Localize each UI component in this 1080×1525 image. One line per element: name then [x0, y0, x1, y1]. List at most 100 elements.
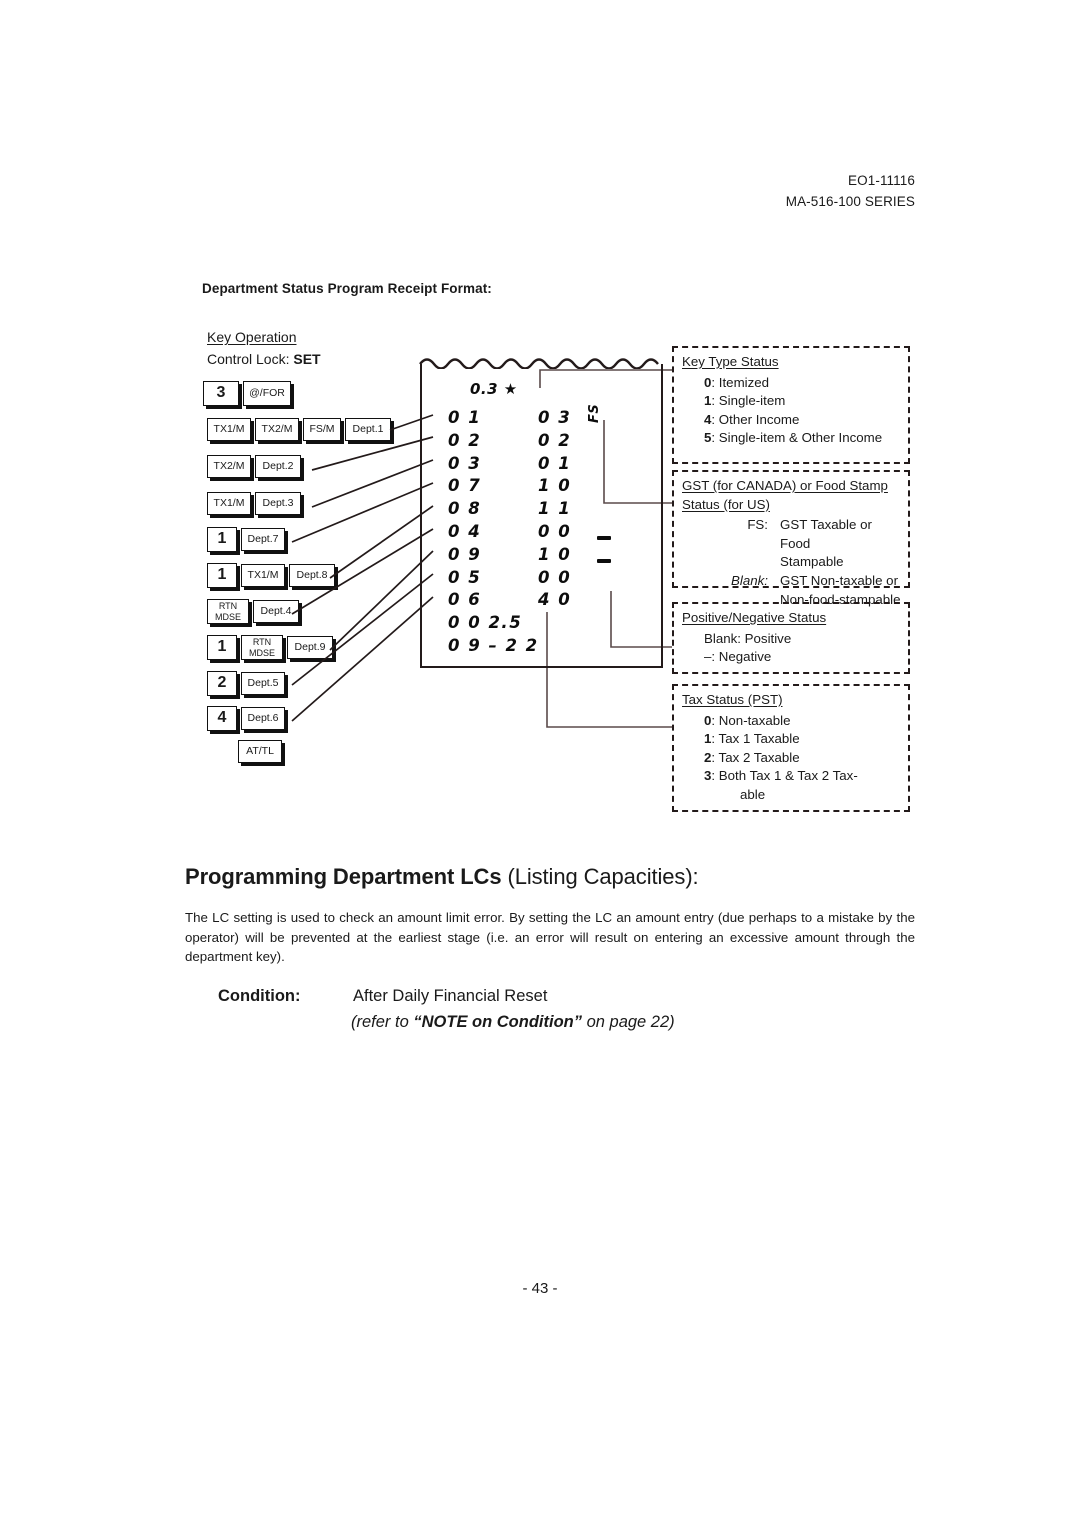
- key-2[interactable]: 2: [207, 671, 237, 696]
- key-tx1-m[interactable]: TX1/M: [207, 492, 251, 515]
- annotation-key-type-status: Key Type Status 0: Itemized 1: Single-ite…: [672, 346, 910, 464]
- tax-status-title: Tax Status (PST): [682, 692, 783, 707]
- receipt-line-left: 0 9: [448, 544, 482, 564]
- control-lock-setting: Control Lock: SET: [207, 351, 321, 367]
- receipt-line-right: 4 0: [538, 590, 572, 610]
- key-row: 4 Dept.6: [207, 706, 285, 731]
- annotation-item: 4: Other Income: [704, 411, 902, 430]
- receipt-header-line: 0.3 ★: [470, 380, 518, 398]
- receipt-line-left: 0 1: [448, 408, 482, 427]
- annotation-item: 3: Both Tax 1 & Tax 2 Tax-: [704, 767, 902, 786]
- page-title-rest: (Listing Capacities):: [501, 864, 699, 889]
- receipt-line-right: 1 1: [538, 499, 572, 519]
- key-tx1-m[interactable]: TX1/M: [241, 564, 285, 587]
- key-row: 1 RTN MDSE Dept.9: [207, 635, 333, 660]
- key-4[interactable]: 4: [207, 706, 237, 731]
- page-title-bold: Programming Department LCs: [185, 864, 502, 889]
- posneg-status-title: Positive/Negative Status: [682, 610, 827, 625]
- key-row: TX1/M Dept.3: [207, 492, 301, 515]
- annotation-item-desc: : Single-item: [711, 393, 786, 409]
- annotation-item-desc: : Single-item & Other Income: [711, 430, 883, 446]
- receipt-fs-marker: FS: [587, 403, 602, 423]
- receipt-line-left: 0 2: [448, 430, 482, 450]
- key-tx1-m[interactable]: TX1/M: [207, 418, 251, 441]
- key-1[interactable]: 1: [207, 527, 237, 552]
- condition-value: After Daily Financial Reset: [353, 987, 548, 1005]
- key-dept-1[interactable]: Dept.1: [345, 418, 391, 441]
- doc-series: MA-516-100 SERIES: [785, 194, 915, 209]
- page-title: Programming Department LCs (Listing Capa…: [185, 864, 699, 890]
- key-dept-4[interactable]: Dept.4: [253, 600, 299, 623]
- receipt-line-right: 0 3: [538, 408, 572, 427]
- key-at-tl[interactable]: AT/TL: [238, 740, 282, 763]
- key-dept-3[interactable]: Dept.3: [255, 492, 301, 515]
- annotation-item-desc: : Itemized: [711, 374, 770, 390]
- key-1[interactable]: 1: [207, 563, 237, 588]
- key-1[interactable]: 1: [207, 635, 237, 660]
- annotation-item-desc: : Tax 2 Taxable: [711, 749, 800, 765]
- key-dept-7[interactable]: Dept.7: [241, 528, 285, 551]
- receipt-line-right: 0 2: [538, 430, 572, 450]
- key-dept-8[interactable]: Dept.8: [289, 564, 335, 587]
- receipt-line-left: 0 5: [448, 567, 482, 587]
- condition-note-bold: “NOTE on Condition”: [413, 1013, 582, 1031]
- key-label: RTN: [252, 637, 272, 648]
- key-dept-2[interactable]: Dept.2: [255, 455, 301, 478]
- annotation-item-desc: : Both Tax 1 & Tax 2 Tax-: [711, 768, 858, 784]
- body-paragraph: The LC setting is used to check an amoun…: [185, 910, 915, 964]
- control-lock-prefix: Control Lock:: [207, 351, 294, 367]
- key-row: TX1/M TX2/M FS/M Dept.1: [207, 418, 391, 441]
- key-row: 1 Dept.7: [207, 527, 285, 552]
- key-rtn-mdse[interactable]: RTN MDSE: [207, 599, 249, 624]
- gst-status-list: FS: GST Taxable or Food Stampable Blank: GST…: [682, 516, 902, 609]
- annotation-item: 5: Single-item & Other Income: [704, 429, 902, 448]
- gst-status-row: FS: GST Taxable or Food: [704, 516, 902, 553]
- annotation-item: Blank: Positive: [704, 630, 792, 646]
- key-rtn-mdse[interactable]: RTN MDSE: [241, 635, 283, 660]
- annotation-item: 2: Tax 2 Taxable: [704, 749, 902, 768]
- annotation-item: 0: Itemized: [704, 374, 902, 393]
- page-number: - 43 -: [522, 1280, 558, 1297]
- annotation-item-desc: : Tax 1 Taxable: [711, 731, 800, 747]
- key-dept-9[interactable]: Dept.9: [287, 636, 333, 659]
- key-fs-m[interactable]: FS/M: [303, 418, 341, 441]
- posneg-status-list: Blank: Positive –: Negative: [682, 630, 902, 667]
- gst-status-value: GST Taxable or Food: [780, 517, 872, 551]
- condition-note-pre: (refer to: [351, 1013, 414, 1031]
- key-row: RTN MDSE Dept.4: [207, 599, 299, 624]
- condition-note-post: on page 22): [582, 1013, 675, 1031]
- annotation-item: 1: Tax 1 Taxable: [704, 730, 902, 749]
- key-label: RTN: [218, 601, 238, 612]
- section-title: Department Status Program Receipt Format…: [202, 281, 492, 296]
- key-dept-6[interactable]: Dept.6: [241, 707, 285, 730]
- receipt-line-right: 0 0: [538, 567, 572, 587]
- tax-status-list: 0: Non-taxable 1: Tax 1 Taxable 2: Tax 2 T…: [682, 712, 902, 805]
- receipt-line-left: 0 7: [448, 476, 482, 496]
- annotation-item-desc: : Non-taxable: [711, 712, 791, 728]
- key-tx2-m[interactable]: TX2/M: [255, 418, 299, 441]
- key-type-status-title: Key Type Status: [682, 354, 779, 369]
- key-row: 3 @/FOR: [203, 381, 291, 406]
- annotation-positive-negative-status: Positive/Negative Status Blank: Positive…: [672, 602, 910, 674]
- gst-status-value-continuation: Stampable: [780, 554, 844, 570]
- receipt-line-left: 0 6: [448, 590, 482, 610]
- annotation-gst-status: GST (for CANADA) or Food Stamp Status (f…: [672, 470, 910, 607]
- document-page: EO1-11116 MA-516-100 SERIES Department S…: [0, 0, 1080, 1525]
- condition-label: Condition:: [218, 987, 301, 1005]
- doc-code: EO1-11116: [848, 173, 915, 188]
- receipt-negative-sign: [597, 536, 611, 540]
- condition-note: (refer to “NOTE on Condition” on page 22…: [351, 1013, 675, 1032]
- key-row: 2 Dept.5: [207, 671, 285, 696]
- annotation-tax-status: Tax Status (PST) 0: Non-taxable 1: Tax 1 …: [672, 684, 910, 812]
- key-3[interactable]: 3: [203, 381, 239, 406]
- annotation-item: 1: Single-item: [704, 392, 902, 411]
- key-tx2-m[interactable]: TX2/M: [207, 455, 251, 478]
- gst-status-value: GST Non-taxable or: [780, 572, 899, 588]
- gst-status-key: Blank:: [731, 572, 768, 588]
- gst-status-row: Blank: GST Non-taxable or: [704, 572, 902, 591]
- gst-status-title-line1: GST (for CANADA) or Food Stamp: [682, 478, 888, 493]
- key-operation-label: Key Operation: [207, 329, 297, 345]
- key-dept-5[interactable]: Dept.5: [241, 672, 285, 695]
- receipt-line-right: 0 1: [538, 453, 572, 473]
- key--for[interactable]: @/FOR: [243, 381, 291, 406]
